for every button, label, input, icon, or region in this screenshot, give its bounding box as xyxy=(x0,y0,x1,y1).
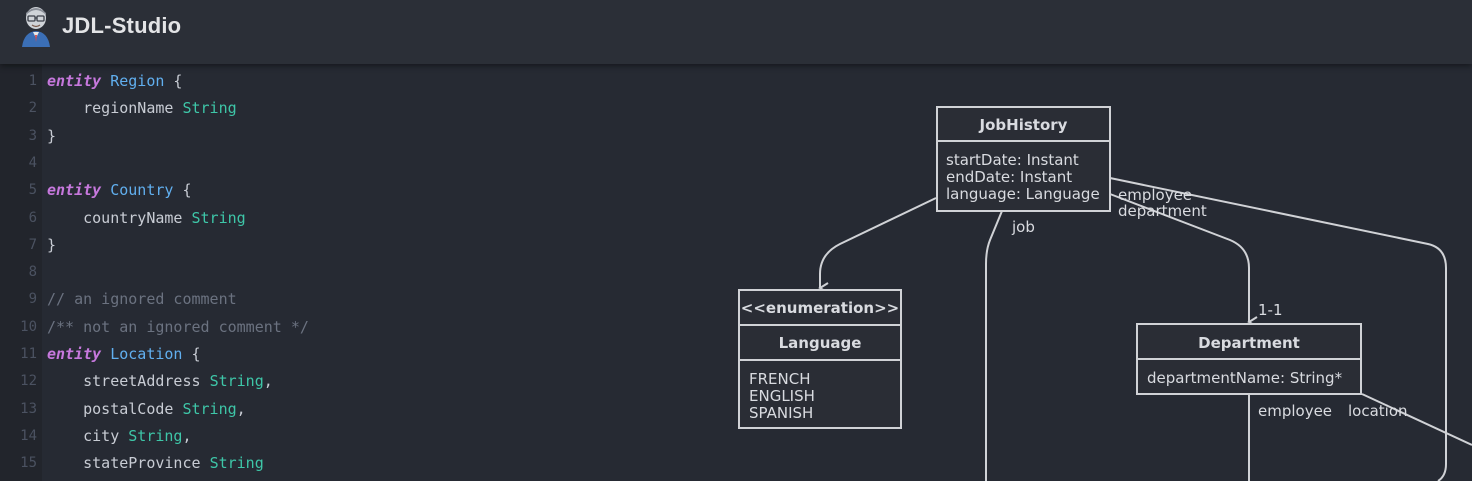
line-number: 9 xyxy=(28,291,37,308)
line-number: 6 xyxy=(28,209,37,226)
label-one-to-one: 1-1 xyxy=(1258,301,1283,319)
code-token: , xyxy=(263,372,273,391)
language-value: FRENCH xyxy=(749,370,811,388)
code-token: Region xyxy=(110,72,165,90)
code-token: // an ignored comment xyxy=(47,290,237,309)
code-text: // an ignored comment xyxy=(47,286,237,313)
jobhistory-field: endDate: Instant xyxy=(946,168,1072,186)
code-token: String xyxy=(182,99,237,118)
jhipster-avatar-icon xyxy=(22,7,50,47)
label-department: department xyxy=(1118,202,1207,220)
code-token: { xyxy=(173,181,192,200)
code-text: entity Location { xyxy=(47,341,201,368)
code-token: { xyxy=(164,72,183,90)
line-number: 3 xyxy=(28,127,37,144)
code-text: streetAddress String, xyxy=(47,368,273,395)
code-token: { xyxy=(182,345,201,363)
line-number: 1 xyxy=(28,73,37,89)
label-job: job xyxy=(1011,218,1035,236)
code-text: postalCode String, xyxy=(47,396,246,423)
code-token: postalCode xyxy=(47,399,183,418)
code-text: countryName String xyxy=(47,205,246,232)
code-token: String xyxy=(209,454,264,473)
line-number: 13 xyxy=(20,400,37,417)
entity-diagram[interactable]: JobHistory startDate: Instant endDate: I… xyxy=(700,64,1472,481)
code-text: entity Region { xyxy=(47,68,182,95)
code-token: streetAddress xyxy=(47,372,210,391)
code-text: } xyxy=(47,123,56,150)
entity-department[interactable]: Department departmentName: String* xyxy=(1136,323,1362,395)
line-number: 7 xyxy=(28,236,37,253)
code-token: regionName xyxy=(47,99,183,118)
code-token: entity xyxy=(47,181,102,200)
code-token: String xyxy=(182,399,237,418)
line-number: 10 xyxy=(20,318,37,335)
line-number: 2 xyxy=(28,100,37,117)
department-title: Department xyxy=(1198,334,1300,352)
code-editor[interactable]: 1 entity Region {2 regionName String 3} 4 5 e… xyxy=(0,64,700,481)
language-value: ENGLISH xyxy=(749,387,815,405)
code-token: Country xyxy=(110,181,174,200)
code-token: Location xyxy=(110,345,183,363)
code-text: stateProvince String xyxy=(47,450,264,477)
language-stereotype: <<enumeration>> xyxy=(741,299,899,317)
code-text: city String, xyxy=(47,423,192,450)
code-text: regionName String xyxy=(47,95,237,122)
jobhistory-field: language: Language xyxy=(946,185,1100,203)
code-token: , xyxy=(182,426,192,445)
edge-jobhistory-language xyxy=(818,197,937,294)
jobhistory-field: startDate: Instant xyxy=(946,151,1079,169)
label-dept-employee: employee xyxy=(1258,402,1332,420)
language-value: SPANISH xyxy=(749,404,813,422)
line-number: 15 xyxy=(20,455,37,472)
code-token: } xyxy=(47,126,57,145)
line-number: 14 xyxy=(20,427,37,444)
line-number: 11 xyxy=(20,346,37,362)
code-token: entity xyxy=(47,72,102,90)
code-token: } xyxy=(47,235,57,254)
line-number: 4 xyxy=(28,154,37,171)
department-field: departmentName: String* xyxy=(1147,369,1343,387)
line-number: 5 xyxy=(28,182,37,199)
language-title: Language xyxy=(779,334,862,352)
code-text: /** not an ignored comment */ xyxy=(47,314,309,341)
code-token: , xyxy=(236,399,246,418)
line-number: 12 xyxy=(20,373,37,390)
edge-jobhistory-job xyxy=(985,210,1003,481)
code-token: entity xyxy=(47,345,102,363)
diagram-canvas: JobHistory startDate: Instant endDate: I… xyxy=(738,106,1472,481)
app-title: JDL-Studio xyxy=(62,13,182,38)
entity-jobhistory[interactable]: JobHistory startDate: Instant endDate: I… xyxy=(936,106,1111,212)
code-token: stateProvince xyxy=(47,454,210,473)
code-token: countryName xyxy=(47,208,192,227)
app-header: JDL-Studio xyxy=(0,0,1472,64)
code-text: } xyxy=(47,232,56,259)
jobhistory-title: JobHistory xyxy=(979,116,1068,134)
line-number: 8 xyxy=(28,264,37,281)
code-token: String xyxy=(128,426,183,445)
code-token: String xyxy=(191,208,246,227)
code-token: String xyxy=(209,372,264,391)
code-token: city xyxy=(47,426,129,445)
code-text: entity Country { xyxy=(47,177,192,204)
enum-language[interactable]: <<enumeration>> Language FRENCH ENGLISH … xyxy=(738,289,902,429)
label-dept-location: location xyxy=(1348,402,1408,420)
code-token: /** not an ignored comment */ xyxy=(47,317,309,336)
